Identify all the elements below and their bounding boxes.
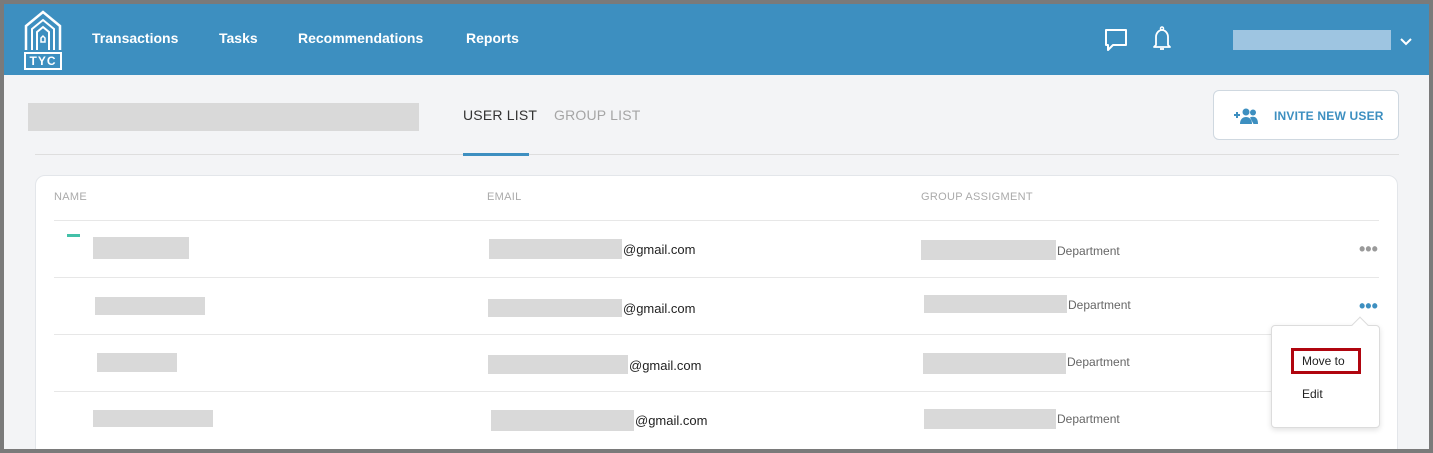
nav-transactions[interactable]: Transactions xyxy=(92,30,178,46)
active-tab-indicator xyxy=(463,153,529,156)
page-title-placeholder xyxy=(28,103,419,131)
brand-logo[interactable]: TYC xyxy=(24,10,62,70)
menu-item-edit[interactable]: Edit xyxy=(1302,387,1323,401)
chevron-down-icon[interactable] xyxy=(1399,34,1413,52)
email-suffix: @gmail.com xyxy=(623,242,696,257)
row-actions-menu xyxy=(1271,325,1380,428)
column-header-email: EMAIL xyxy=(487,191,522,203)
email-suffix: @gmail.com xyxy=(623,301,696,316)
email-suffix: @gmail.com xyxy=(629,358,702,373)
house-logo-icon xyxy=(24,10,62,50)
row-actions-icon[interactable]: ••• xyxy=(1359,297,1378,315)
row-divider xyxy=(54,391,1379,392)
nav-tasks[interactable]: Tasks xyxy=(219,30,258,46)
group-placeholder xyxy=(924,295,1067,313)
top-navbar: TYC Transactions Tasks Recommendations R… xyxy=(4,4,1429,75)
tab-user-list[interactable]: USER LIST xyxy=(463,107,537,123)
row-divider xyxy=(54,220,1379,221)
user-list-card xyxy=(35,175,1398,449)
email-placeholder xyxy=(489,239,622,259)
group-placeholder xyxy=(924,409,1056,429)
user-name-placeholder xyxy=(95,297,205,315)
user-name-placeholder xyxy=(93,410,213,427)
column-header-group: GROUP ASSIGMENT xyxy=(921,191,1033,203)
group-suffix: Department xyxy=(1057,244,1120,258)
invite-button-label: INVITE NEW USER xyxy=(1274,109,1384,123)
app-window: TYC Transactions Tasks Recommendations R… xyxy=(4,4,1429,449)
logo-text: TYC xyxy=(24,52,62,70)
row-divider xyxy=(54,277,1379,278)
user-name-placeholder xyxy=(93,237,189,259)
row-divider xyxy=(54,334,1379,335)
tab-group-list[interactable]: GROUP LIST xyxy=(554,107,641,123)
chat-icon[interactable] xyxy=(1104,28,1128,57)
row-actions-icon[interactable]: ••• xyxy=(1359,240,1378,258)
group-suffix: Department xyxy=(1068,298,1131,312)
group-suffix: Department xyxy=(1067,355,1130,369)
status-indicator xyxy=(67,234,80,237)
highlight-box xyxy=(1291,348,1361,374)
email-placeholder xyxy=(491,410,634,431)
bell-icon[interactable] xyxy=(1152,26,1172,57)
user-name-placeholder xyxy=(97,353,177,372)
nav-recommendations[interactable]: Recommendations xyxy=(298,30,423,46)
tabs-divider xyxy=(35,154,1399,155)
email-suffix: @gmail.com xyxy=(635,413,708,428)
invite-new-user-button[interactable]: INVITE NEW USER xyxy=(1213,90,1399,140)
group-suffix: Department xyxy=(1057,412,1120,426)
group-placeholder xyxy=(921,240,1056,260)
column-header-name: NAME xyxy=(54,191,87,203)
nav-reports[interactable]: Reports xyxy=(466,30,519,46)
group-placeholder xyxy=(923,353,1066,374)
email-placeholder xyxy=(488,299,622,317)
email-placeholder xyxy=(488,355,628,374)
user-menu-placeholder[interactable] xyxy=(1233,30,1391,50)
add-user-icon xyxy=(1234,108,1258,124)
